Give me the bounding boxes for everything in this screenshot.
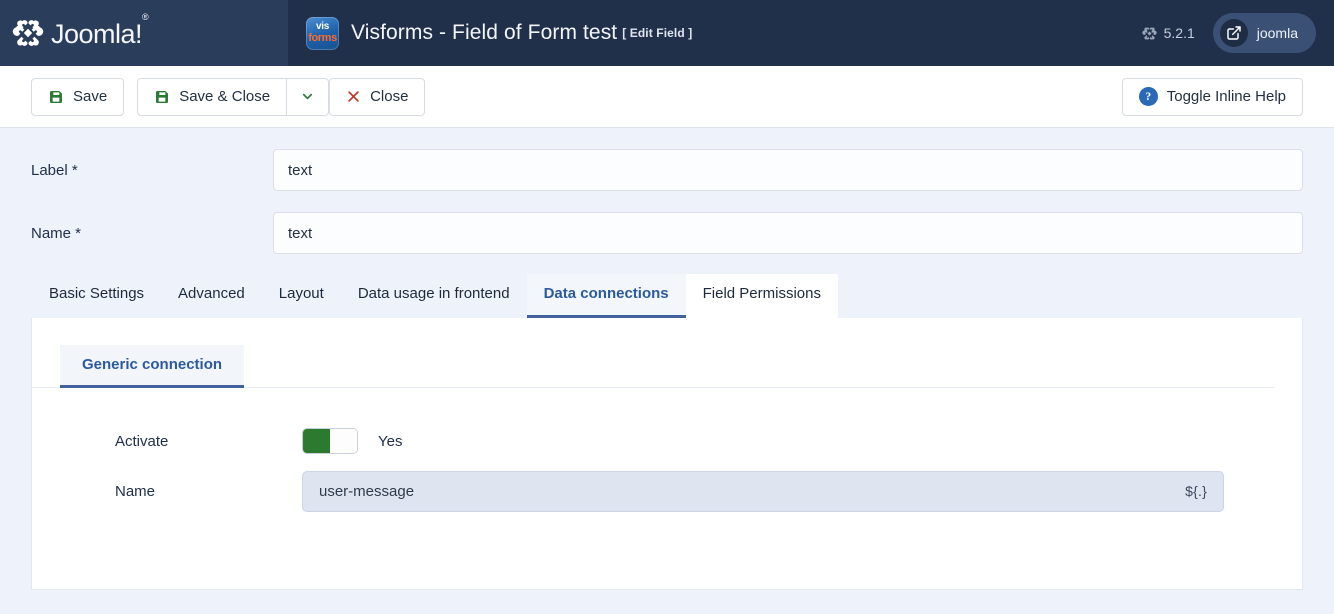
toggle-inline-help-button[interactable]: ? Toggle Inline Help bbox=[1122, 78, 1303, 116]
visforms-icon-text-top: vis bbox=[316, 22, 329, 32]
toolbar-right-area: ? Toggle Inline Help bbox=[1122, 78, 1303, 116]
save-options-dropdown-button[interactable] bbox=[287, 78, 329, 116]
name-field-control bbox=[273, 212, 1303, 254]
main-content: Label * Name * Basic Settings Advanced L… bbox=[0, 128, 1334, 590]
page-title-suffix: [ Edit Field ] bbox=[622, 26, 692, 40]
name-field-row: Name * bbox=[31, 191, 1303, 254]
brand-name: Joomla!® bbox=[51, 21, 148, 48]
save-and-close-button[interactable]: Save & Close bbox=[137, 78, 287, 116]
toggle-on-segment bbox=[303, 429, 330, 453]
version-number: 5.2.1 bbox=[1164, 25, 1195, 41]
visforms-icon-text-bottom: forms bbox=[308, 33, 337, 44]
activate-toggle-switch[interactable] bbox=[302, 428, 358, 454]
header-title-area: vis forms Visforms - Field of Form test … bbox=[288, 0, 1334, 66]
tab-layout[interactable]: Layout bbox=[262, 274, 341, 318]
joomla-logo-icon bbox=[12, 17, 44, 49]
save-and-close-button-label: Save & Close bbox=[179, 88, 270, 105]
toggle-off-segment bbox=[330, 429, 357, 453]
toolbar: Save Save & Close Close bbox=[0, 66, 1334, 128]
name-field-label: Name * bbox=[31, 225, 273, 242]
chevron-down-icon bbox=[300, 89, 315, 104]
connection-name-label: Name bbox=[60, 483, 302, 500]
header-right-area: 5.2.1 joomla bbox=[1142, 13, 1316, 53]
tab-field-permissions[interactable]: Field Permissions bbox=[686, 274, 838, 318]
page-title: Visforms - Field of Form test bbox=[351, 21, 617, 45]
tab-advanced[interactable]: Advanced bbox=[161, 274, 262, 318]
toggle-inline-help-label: Toggle Inline Help bbox=[1167, 88, 1286, 105]
name-input[interactable] bbox=[273, 212, 1303, 254]
label-input[interactable] bbox=[273, 149, 1303, 191]
question-circle-icon: ? bbox=[1139, 87, 1158, 106]
sub-tab-bar: Generic connection bbox=[32, 318, 1274, 388]
generic-connection-panel: Activate Yes Name user-message ${.} bbox=[32, 388, 1302, 516]
activate-row: Activate Yes bbox=[60, 416, 1274, 466]
save-button[interactable]: Save bbox=[31, 78, 124, 116]
save-and-close-group: Save & Close bbox=[137, 78, 329, 116]
version-indicator: 5.2.1 bbox=[1142, 25, 1195, 41]
placeholder-token-badge: ${.} bbox=[1185, 483, 1207, 499]
tab-data-connections[interactable]: Data connections bbox=[527, 274, 686, 318]
save-floppy-icon bbox=[48, 89, 64, 105]
label-field-control bbox=[273, 149, 1303, 191]
label-field-row: Label * bbox=[31, 128, 1303, 191]
subtab-generic-connection[interactable]: Generic connection bbox=[60, 345, 244, 388]
save-button-label: Save bbox=[73, 88, 107, 105]
visforms-app-icon: vis forms bbox=[306, 17, 339, 50]
label-field-label: Label * bbox=[31, 162, 273, 179]
connection-name-control: user-message ${.} bbox=[302, 471, 1274, 512]
activate-control: Yes bbox=[302, 428, 1274, 454]
user-menu-button[interactable]: joomla bbox=[1213, 13, 1316, 53]
user-name: joomla bbox=[1257, 25, 1298, 41]
data-connections-panel: Generic connection Activate Yes Name use… bbox=[31, 318, 1303, 590]
brand-area: Joomla!® bbox=[0, 0, 288, 66]
close-button[interactable]: Close bbox=[329, 78, 425, 116]
close-x-icon bbox=[346, 89, 361, 104]
external-link-icon bbox=[1220, 19, 1248, 47]
top-header-bar: Joomla!® vis forms Visforms - Field of F… bbox=[0, 0, 1334, 66]
activate-label: Activate bbox=[60, 433, 302, 450]
activate-state-text: Yes bbox=[378, 433, 402, 450]
connection-name-value: user-message bbox=[319, 483, 414, 500]
connection-name-field[interactable]: user-message ${.} bbox=[302, 471, 1224, 512]
tab-basic-settings[interactable]: Basic Settings bbox=[32, 274, 161, 318]
tab-bar: Basic Settings Advanced Layout Data usag… bbox=[31, 274, 1303, 318]
joomla-logo[interactable]: Joomla!® bbox=[12, 17, 148, 49]
joomla-mark-icon bbox=[1142, 26, 1157, 41]
save-floppy-icon bbox=[154, 89, 170, 105]
close-button-label: Close bbox=[370, 88, 408, 105]
tab-data-usage-in-frontend[interactable]: Data usage in frontend bbox=[341, 274, 527, 318]
connection-name-row: Name user-message ${.} bbox=[60, 466, 1274, 516]
